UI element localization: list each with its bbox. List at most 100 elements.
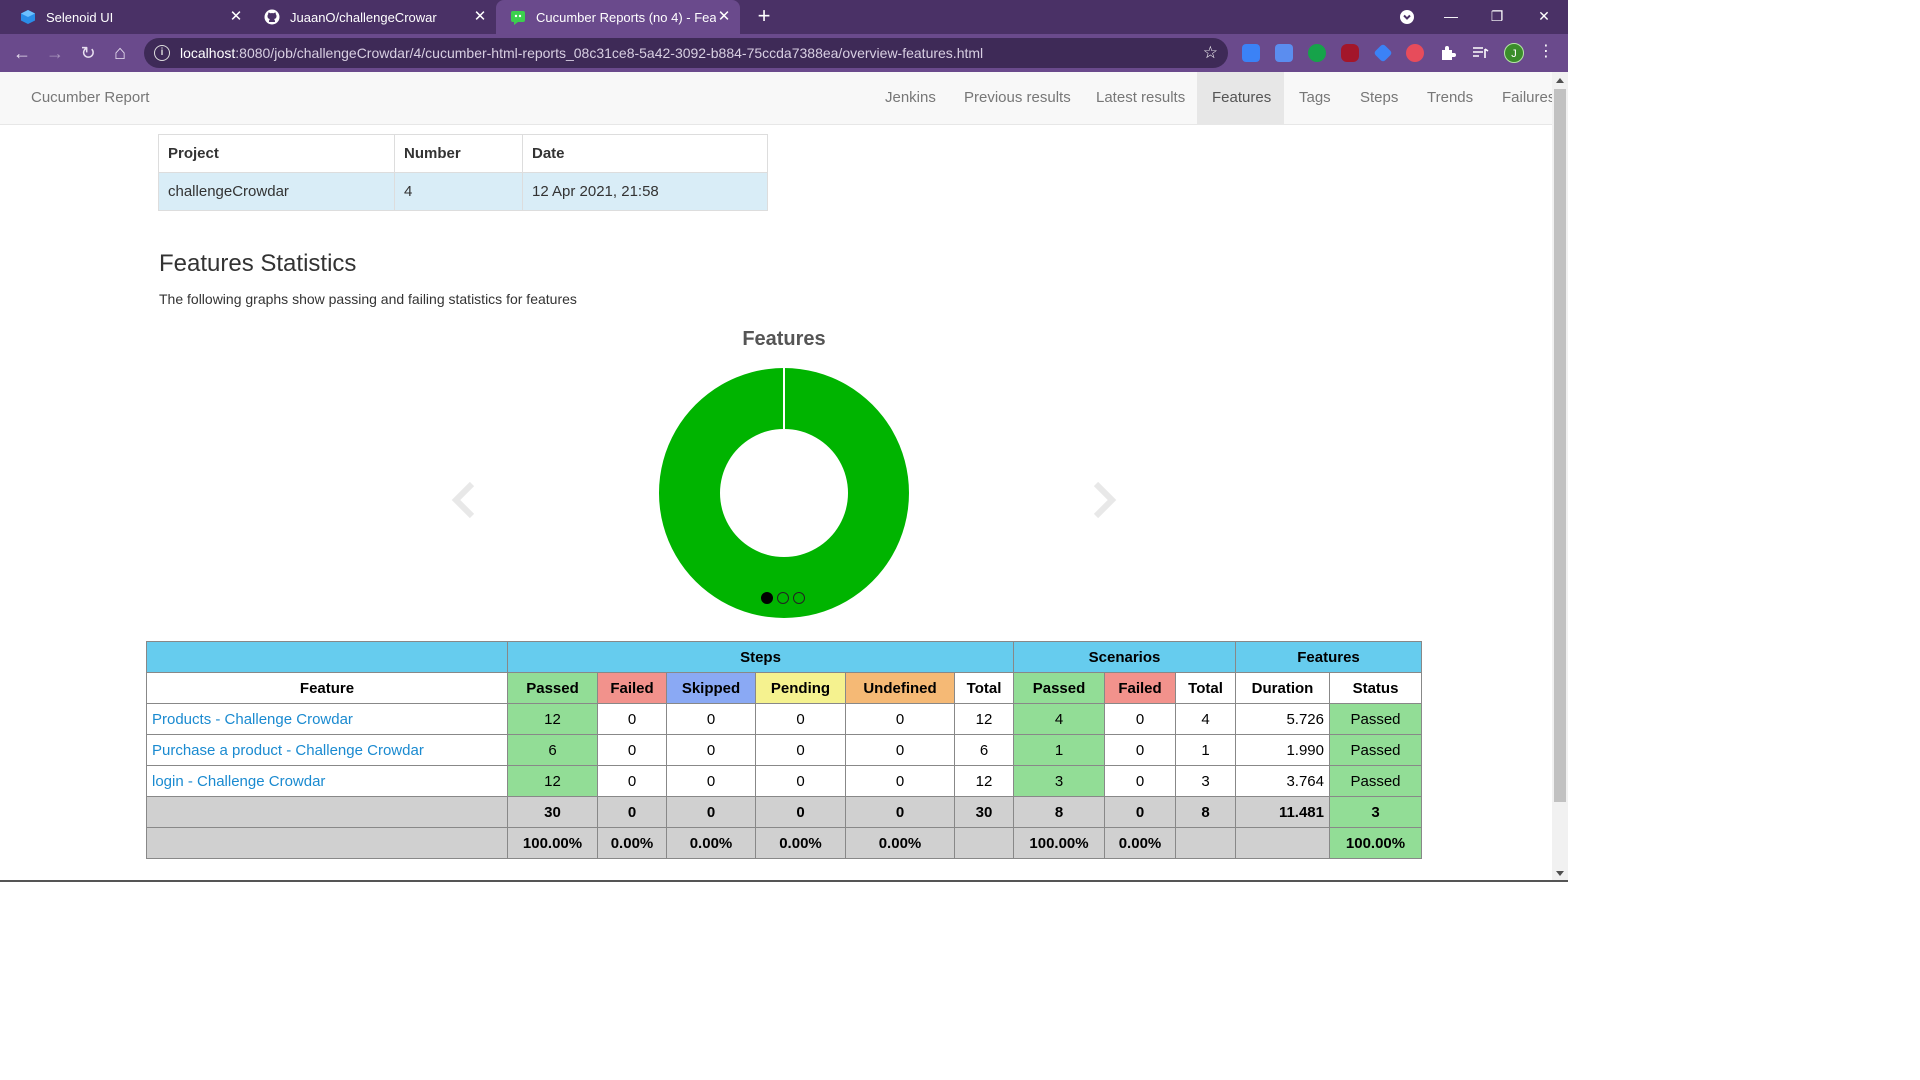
close-window-button[interactable]: ✕	[1521, 0, 1567, 34]
tab-github[interactable]: JuaanO/challengeCrowar ✕	[252, 0, 496, 34]
minimize-button[interactable]: —	[1428, 0, 1474, 34]
col-steps-pending[interactable]: Pending	[755, 672, 846, 704]
totals-row-scenarios-cell: 8	[1013, 796, 1105, 828]
page-scrollbar[interactable]	[1552, 72, 1568, 880]
col-feature[interactable]: Feature	[146, 672, 508, 704]
tab-search-icon[interactable]	[1384, 0, 1430, 34]
scroll-down-arrow[interactable]	[1556, 871, 1564, 876]
back-button[interactable]: ←	[10, 41, 34, 65]
forward-button[interactable]: →	[43, 41, 67, 65]
percentages-row-scenarios-cell	[1175, 827, 1236, 859]
col-steps-passed[interactable]: Passed	[507, 672, 598, 704]
nav-previous-results[interactable]: Previous results	[949, 72, 1086, 124]
carousel-prev-arrow[interactable]	[450, 480, 480, 520]
totals-row-scenarios-cell: 0	[1104, 796, 1176, 828]
nav-trends[interactable]: Trends	[1412, 72, 1488, 124]
home-button[interactable]: ⌂	[108, 41, 132, 65]
close-tab-icon[interactable]: ✕	[472, 9, 488, 25]
url-text[interactable]: localhost:8080/job/challengeCrowdar/4/cu…	[180, 45, 983, 61]
ublock-extension-icon[interactable]	[1341, 44, 1359, 62]
col-scenarios-failed[interactable]: Failed	[1104, 672, 1176, 704]
col-steps-failed[interactable]: Failed	[597, 672, 667, 704]
build-header-date: Date	[522, 134, 768, 173]
extension-icon-1[interactable]	[1242, 44, 1260, 62]
github-icon	[264, 9, 280, 25]
tab-selenoid-ui[interactable]: Selenoid UI ✕	[0, 0, 252, 34]
nav-steps[interactable]: Steps	[1345, 72, 1413, 124]
navbar-brand[interactable]: Cucumber Report	[31, 89, 149, 106]
steps-cell: 12	[954, 765, 1014, 797]
steps-cell: 0	[845, 734, 955, 766]
totals-row-status: 3	[1329, 796, 1422, 828]
tab-title: Selenoid UI	[46, 9, 114, 25]
site-info-icon[interactable]: i	[154, 45, 170, 61]
close-tab-icon[interactable]: ✕	[228, 9, 244, 25]
tab-cucumber-reports[interactable]: Cucumber Reports (no 4) - Featu ✕	[496, 0, 740, 34]
carousel-dot-3[interactable]	[793, 592, 805, 604]
feature-link[interactable]: login - Challenge Crowdar	[146, 765, 508, 797]
col-scenarios-passed[interactable]: Passed	[1013, 672, 1105, 704]
section-title: Features Statistics	[159, 250, 357, 277]
status-cell: Passed	[1329, 765, 1422, 797]
totals-row-steps-cell: 30	[954, 796, 1014, 828]
nav-jenkins[interactable]: Jenkins	[870, 72, 951, 124]
feature-link[interactable]: Products - Challenge Crowdar	[146, 703, 508, 735]
address-bar[interactable]: i localhost:8080/job/challengeCrowdar/4/…	[144, 38, 1228, 68]
steps-cell: 0	[666, 765, 756, 797]
percentages-row-steps-cell	[954, 827, 1014, 859]
close-tab-icon[interactable]: ✕	[716, 9, 732, 25]
status-cell: Passed	[1329, 734, 1422, 766]
steps-cell: 12	[507, 765, 598, 797]
nav-latest-results[interactable]: Latest results	[1081, 72, 1200, 124]
window-bottom-border	[0, 880, 1568, 882]
bookmark-star-icon[interactable]: ☆	[1203, 43, 1218, 63]
totals-row-steps-cell: 0	[755, 796, 846, 828]
scenarios-cell: 1	[1175, 734, 1236, 766]
percentages-row-label	[146, 827, 508, 859]
extensions-puzzle-icon[interactable]	[1439, 44, 1457, 62]
steps-cell: 0	[755, 765, 846, 797]
table-row: Products - Challenge Crowdar 12 0 0 0 0 12 4 0 4 5…	[146, 703, 1422, 735]
reload-button[interactable]: ↻	[76, 41, 100, 65]
percentages-row-steps-cell: 100.00%	[507, 827, 598, 859]
browser-menu-icon[interactable]: ⋮	[1538, 42, 1554, 62]
profile-avatar[interactable]: J	[1504, 43, 1524, 63]
report-navbar: Cucumber Report Jenkins Previous results…	[0, 72, 1555, 125]
url-path: :8080/job/challengeCrowdar/4/cucumber-ht…	[235, 45, 984, 61]
col-steps-undefined[interactable]: Undefined	[845, 672, 955, 704]
scroll-up-arrow[interactable]	[1556, 78, 1564, 83]
percentages-row-steps-cell: 0.00%	[666, 827, 756, 859]
feature-link[interactable]: Purchase a product - Challenge Crowdar	[146, 734, 508, 766]
selenoid-icon	[21, 10, 35, 24]
group-header-steps: Steps	[507, 641, 1014, 673]
col-duration[interactable]: Duration	[1235, 672, 1330, 704]
reading-list-icon[interactable]	[1471, 44, 1489, 62]
carousel-next-arrow[interactable]	[1088, 480, 1118, 520]
new-tab-button[interactable]: +	[752, 5, 776, 29]
carousel-dot-2[interactable]	[777, 592, 789, 604]
scroll-thumb[interactable]	[1554, 89, 1566, 802]
diamond-extension-icon[interactable]	[1373, 43, 1393, 63]
group-header-scenarios: Scenarios	[1013, 641, 1236, 673]
carousel-dot-1[interactable]	[761, 592, 773, 604]
nav-features[interactable]: Features	[1197, 72, 1284, 124]
translate-extension-icon[interactable]	[1275, 44, 1293, 62]
group-header-features: Features	[1235, 641, 1422, 673]
percentages-row-status: 100.00%	[1329, 827, 1422, 859]
col-steps-skipped[interactable]: Skipped	[666, 672, 756, 704]
restore-button[interactable]: ❐	[1474, 0, 1520, 34]
cucumber-icon	[511, 11, 525, 25]
steps-cell: 6	[954, 734, 1014, 766]
col-steps-total[interactable]: Total	[954, 672, 1014, 704]
build-info-table: Project Number Date challengeCrowdar 4 1…	[158, 134, 768, 211]
green-extension-icon[interactable]	[1308, 44, 1326, 62]
col-scenarios-total[interactable]: Total	[1175, 672, 1236, 704]
tab-title: JuaanO/challengeCrowar	[290, 9, 437, 25]
chart-title: Features	[742, 328, 826, 350]
red-extension-icon[interactable]	[1406, 44, 1424, 62]
group-header-empty	[146, 641, 508, 673]
nav-tags[interactable]: Tags	[1284, 72, 1346, 124]
col-status[interactable]: Status	[1329, 672, 1422, 704]
steps-cell: 0	[845, 765, 955, 797]
scenarios-cell: 1	[1013, 734, 1105, 766]
